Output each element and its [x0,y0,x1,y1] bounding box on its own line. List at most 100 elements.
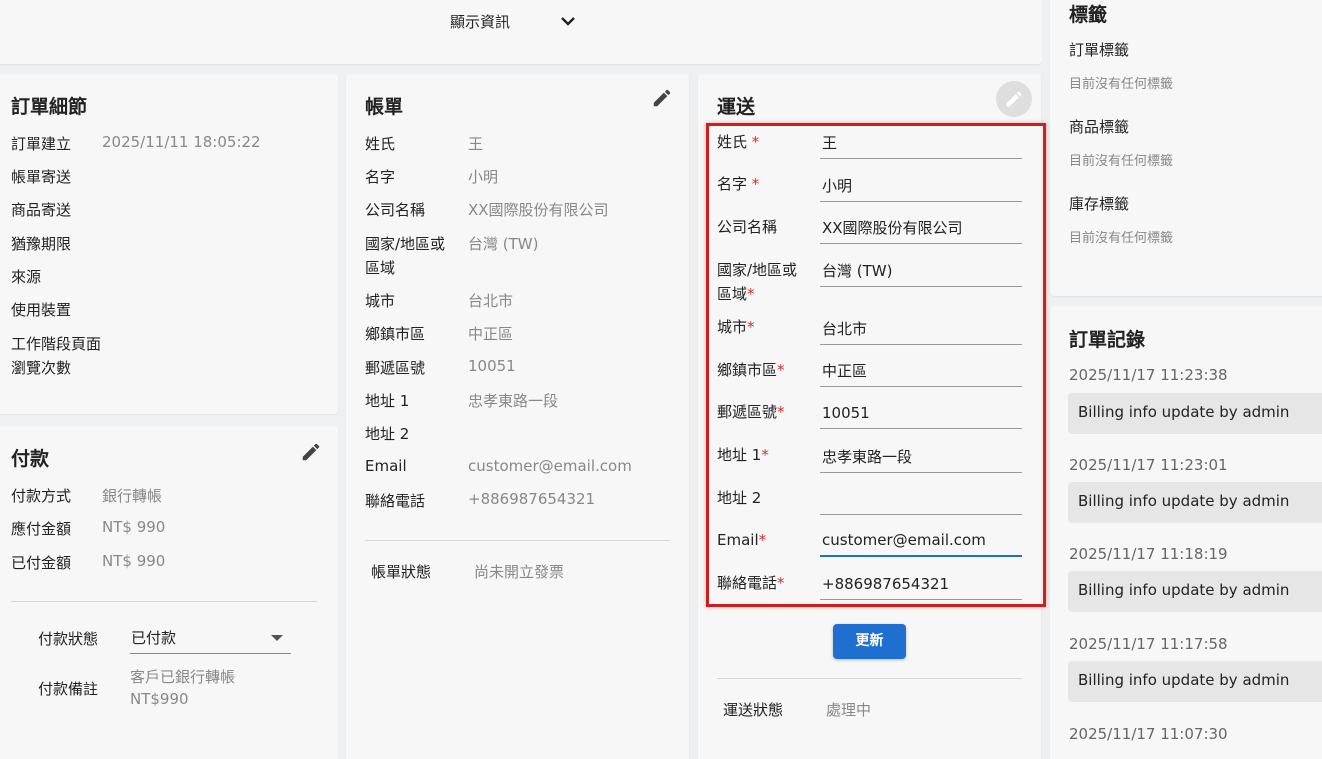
shipping-address2-input[interactable] [820,483,1022,515]
billing-sent-label: 帳單寄送 [11,168,72,186]
payment-method-label: 付款方式 [11,487,72,505]
payment-note-label: 付款備註 [38,680,99,698]
payment-method-value: 銀行轉帳 [102,487,163,505]
shipping-phone-input[interactable] [820,568,1022,600]
cooling-period-label: 猶豫期限 [11,235,72,253]
order-created-value: 2025/11/11 18:05:22 [102,133,261,151]
shipping-country-label-line2: 區域* [717,285,755,303]
product-tags-label: 商品標籤 [1069,118,1130,136]
billing-district-value: 中正區 [468,325,514,343]
payment-note-line2: NT$990 [130,690,189,708]
payment-title: 付款 [11,448,50,470]
shipping-district-input[interactable] [820,355,1022,387]
invoice-status-label: 帳單狀態 [371,563,432,581]
shipping-phone-label: 聯絡電話* [717,574,785,592]
shipping-company-input[interactable] [820,212,1022,244]
log-time: 2025/11/17 11:17:58 [1069,635,1228,653]
session-page-label: 工作階段頁面 [11,335,102,353]
billing-address2-label: 地址 2 [365,425,410,443]
payment-status-value: 已付款 [131,629,177,647]
goods-sent-label: 商品寄送 [11,201,72,219]
shipping-firstname-input[interactable] [820,170,1022,202]
billing-country-value: 台灣 (TW) [468,235,539,253]
update-button-label: 更新 [855,633,884,649]
edit-shipping-pencil-icon [1006,91,1022,107]
shipping-country-input[interactable] [820,255,1022,287]
device-label: 使用裝置 [11,301,72,319]
billing-firstname-label: 名字 [365,168,396,186]
amount-due-value: NT$ 990 [102,518,166,536]
shipping-company-label: 公司名稱 [717,218,778,236]
dropdown-arrow-icon [271,635,283,641]
billing-phone-label: 聯絡電話 [365,492,426,510]
billing-lastname-label: 姓氏 [365,135,396,153]
shipping-divider [717,678,1022,679]
show-info-toggle[interactable]: 顯示資訊 [448,10,588,34]
order-log-title: 訂單記錄 [1069,329,1146,351]
chevron-down-icon [561,17,575,26]
order-created-label: 訂單建立 [11,135,72,153]
billing-phone-value: +886987654321 [468,490,596,508]
billing-address1-value: 忠孝東路一段 [468,392,559,410]
billing-address1-label: 地址 1 [365,392,410,410]
edit-billing-pencil-icon[interactable] [651,87,673,109]
billing-zip-label: 郵遞區號 [365,359,426,377]
payment-status-label: 付款狀態 [38,630,99,648]
view-count-label: 瀏覽次數 [11,359,72,377]
log-time: 2025/11/17 11:23:38 [1069,366,1228,384]
shipping-email-input[interactable] [820,525,1022,557]
shipping-email-label: Email* [717,531,767,549]
order-tags-label: 訂單標籤 [1069,41,1130,59]
shipping-zip-input[interactable] [820,397,1022,429]
log-message: Billing info update by admin [1068,393,1322,434]
billing-card [346,74,689,759]
source-label: 來源 [11,268,42,286]
shipping-city-label: 城市* [717,318,755,336]
update-button[interactable]: 更新 [833,624,906,659]
shipping-lastname-input[interactable] [820,127,1022,159]
billing-country-label-line1: 國家/地區或 [365,235,446,253]
shipping-status-label: 運送狀態 [723,701,784,719]
payment-status-select[interactable]: 已付款 [130,622,291,654]
tags-title: 標籤 [1069,4,1108,26]
shipping-firstname-label: 名字 * [717,175,760,193]
payment-divider [11,601,317,602]
inventory-tags-empty: 目前沒有任何標籤 [1069,231,1174,246]
shipping-lastname-label: 姓氏 * [717,133,760,151]
log-time: 2025/11/17 11:18:19 [1069,545,1228,563]
edit-payment-pencil-icon[interactable] [300,441,322,463]
shipping-district-label: 鄉鎮市區* [717,361,785,379]
edit-shipping-button[interactable] [996,81,1032,117]
invoice-status-value: 尚未開立發票 [474,563,565,581]
billing-email-value: customer@email.com [468,457,632,475]
show-info-label: 顯示資訊 [450,13,511,31]
shipping-country-label-line1: 國家/地區或 [717,261,798,279]
shipping-address1-input[interactable] [820,441,1022,473]
log-message: Billing info update by admin [1068,482,1322,523]
inventory-tags-label: 庫存標籤 [1069,195,1130,213]
amount-paid-label: 已付金額 [11,554,72,572]
billing-lastname-value: 王 [468,135,484,153]
payment-note-line1: 客戶已銀行轉帳 [130,668,236,686]
billing-firstname-value: 小明 [468,168,499,186]
amount-paid-value: NT$ 990 [102,552,166,570]
log-time: 2025/11/17 11:23:01 [1069,456,1228,474]
billing-email-label: Email [365,457,407,475]
billing-zip-value: 10051 [468,357,516,375]
billing-city-value: 台北市 [468,292,514,310]
log-time: 2025/11/17 11:07:30 [1069,725,1228,743]
log-message: Billing info update by admin [1068,571,1322,612]
shipping-city-input[interactable] [820,313,1022,345]
billing-country-label-line2: 區域 [365,259,396,277]
order-details-title: 訂單細節 [11,96,88,118]
product-tags-empty: 目前沒有任何標籤 [1069,154,1174,169]
payment-card [0,426,338,759]
billing-company-label: 公司名稱 [365,201,426,219]
billing-title: 帳單 [365,96,404,118]
shipping-zip-label: 郵遞區號* [717,403,785,421]
billing-company-value: XX國際股份有限公司 [468,201,609,219]
log-message: Billing info update by admin [1068,661,1322,702]
billing-district-label: 鄉鎮市區 [365,325,426,343]
amount-due-label: 應付金額 [11,520,72,538]
shipping-status-value: 處理中 [826,701,872,719]
